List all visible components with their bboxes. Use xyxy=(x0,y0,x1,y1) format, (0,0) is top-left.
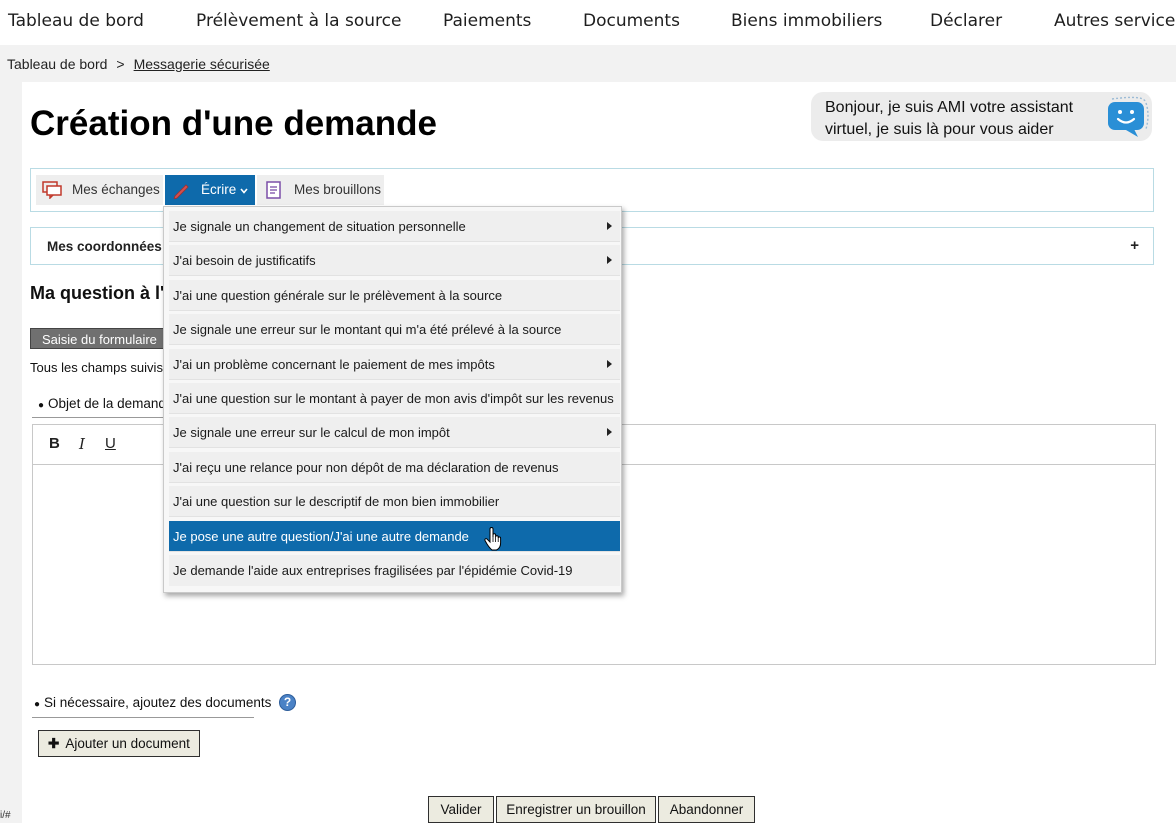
dropdown-item-other-question[interactable]: Je pose une autre question/J'ai une autr… xyxy=(169,521,620,552)
dropdown-item-personal-situation[interactable]: Je signale un changement de situation pe… xyxy=(169,211,620,242)
assistant-text: Bonjour, je suis AMI votre assistant vir… xyxy=(825,99,1074,138)
expand-plus-icon[interactable]: + xyxy=(1130,237,1139,254)
write-dropdown-menu: Je signale un changement de situation pe… xyxy=(163,206,622,593)
chat-bubble-smile-icon[interactable] xyxy=(1104,95,1150,139)
dropdown-item-label: J'ai besoin de justificatifs xyxy=(173,253,316,268)
nav-item-payments[interactable]: Paiements xyxy=(443,11,531,31)
plus-icon: ✚ xyxy=(48,736,60,751)
browser-status-hint: i/# xyxy=(0,808,17,823)
documents-underline xyxy=(32,717,254,718)
subject-label-text: Objet de la demand xyxy=(48,396,166,411)
submit-button[interactable]: Valider xyxy=(428,796,494,823)
submenu-arrow-icon xyxy=(607,256,612,264)
dropdown-item-label: Je signale une erreur sur le calcul de m… xyxy=(173,425,450,440)
dropdown-item-covid-aid[interactable]: Je demande l'aide aux entreprises fragil… xyxy=(169,555,620,586)
required-fields-note: Tous les champs suivis xyxy=(30,360,163,375)
dropdown-item-label: Je demande l'aide aux entreprises fragil… xyxy=(173,563,573,578)
dropdown-item-property-description[interactable]: J'ai une question sur le descriptif de m… xyxy=(169,486,620,517)
breadcrumb: Tableau de bord > Messagerie sécurisée xyxy=(7,56,270,72)
dropdown-item-label: J'ai une question sur le descriptif de m… xyxy=(173,494,500,509)
nav-item-other-services[interactable]: Autres services xyxy=(1054,11,1176,31)
add-document-button[interactable]: ✚ Ajouter un document xyxy=(38,730,200,757)
cancel-button[interactable]: Abandonner xyxy=(658,796,755,823)
breadcrumb-separator: > xyxy=(116,56,125,72)
draft-document-icon xyxy=(266,181,281,199)
add-document-label: Ajouter un document xyxy=(65,736,190,751)
bullet: ● xyxy=(38,400,45,411)
tab-write-label: Écrire xyxy=(201,182,237,197)
nav-item-documents[interactable]: Documents xyxy=(583,11,680,31)
dropdown-item-label: Je signale un changement de situation pe… xyxy=(173,219,466,234)
top-navigation: Tableau de bord Prélèvement à la source … xyxy=(0,0,1176,45)
dropdown-item-label: J'ai un problème concernant le paiement … xyxy=(173,357,495,372)
dropdown-item-label: Je signale une erreur sur le montant qui… xyxy=(173,322,562,337)
documents-field-label: ● Si nécessaire, ajoutez des documents xyxy=(34,695,271,710)
nav-item-dashboard[interactable]: Tableau de bord xyxy=(8,11,144,31)
hand-cursor-icon xyxy=(484,527,502,551)
submenu-arrow-icon xyxy=(607,222,612,230)
virtual-assistant-banner[interactable]: Bonjour, je suis AMI votre assistant vir… xyxy=(811,92,1152,141)
messages-icon xyxy=(42,181,62,199)
chevron-down-icon xyxy=(240,188,248,194)
tab-my-exchanges-label: Mes échanges xyxy=(72,182,160,197)
dropdown-item-non-filing-reminder[interactable]: J'ai reçu une relance pour non dépôt de … xyxy=(169,452,620,483)
tab-my-drafts-label: Mes brouillons xyxy=(294,182,382,197)
dropdown-item-justifications[interactable]: J'ai besoin de justificatifs xyxy=(169,245,620,276)
coordinates-label: Mes coordonnées xyxy=(47,239,162,254)
tab-my-drafts[interactable]: Mes brouillons xyxy=(257,175,384,205)
dropdown-item-tax-notice-amount[interactable]: J'ai une question sur le montant à payer… xyxy=(169,383,620,414)
breadcrumb-home[interactable]: Tableau de bord xyxy=(7,56,107,72)
nav-item-withholding-tax[interactable]: Prélèvement à la source xyxy=(196,11,401,31)
dropdown-item-label: J'ai une question sur le montant à payer… xyxy=(173,391,614,406)
dropdown-item-label: J'ai une question générale sur le prélèv… xyxy=(173,288,503,303)
pencil-icon xyxy=(173,184,189,199)
question-section-title: Ma question à l' xyxy=(30,283,165,303)
dropdown-item-label: Je pose une autre question/J'ai une autr… xyxy=(173,529,469,544)
page-title: Création d'une demande xyxy=(30,104,437,143)
tab-my-exchanges[interactable]: Mes échanges xyxy=(36,175,163,205)
bold-button[interactable]: B xyxy=(49,435,60,452)
dropdown-item-label: J'ai reçu une relance pour non dépôt de … xyxy=(173,460,559,475)
subject-field-label: ● Objet de la demand xyxy=(38,396,166,411)
help-icon[interactable]: ? xyxy=(279,694,296,711)
documents-label-text: Si nécessaire, ajoutez des documents xyxy=(44,695,272,710)
dropdown-item-tax-calculation-error[interactable]: Je signale une erreur sur le calcul de m… xyxy=(169,417,620,448)
dropdown-item-withholding-error[interactable]: Je signale une erreur sur le montant qui… xyxy=(169,314,620,345)
subject-underline xyxy=(32,417,167,418)
dropdown-item-payment-problem[interactable]: J'ai un problème concernant le paiement … xyxy=(169,349,620,380)
nav-item-real-estate[interactable]: Biens immobiliers xyxy=(731,11,882,31)
nav-item-declare[interactable]: Déclarer xyxy=(930,11,1002,31)
submenu-arrow-icon xyxy=(607,360,612,368)
italic-button[interactable]: I xyxy=(79,435,85,453)
submenu-arrow-icon xyxy=(607,428,612,436)
breadcrumb-current[interactable]: Messagerie sécurisée xyxy=(134,56,270,72)
bullet: ● xyxy=(34,699,41,710)
tab-write[interactable]: Écrire xyxy=(165,175,255,205)
form-step-label: Saisie du formulaire xyxy=(30,328,170,349)
save-draft-button[interactable]: Enregistrer un brouillon xyxy=(496,796,656,823)
underline-button[interactable]: U xyxy=(105,435,116,452)
dropdown-item-general-question[interactable]: J'ai une question générale sur le prélèv… xyxy=(169,280,620,311)
